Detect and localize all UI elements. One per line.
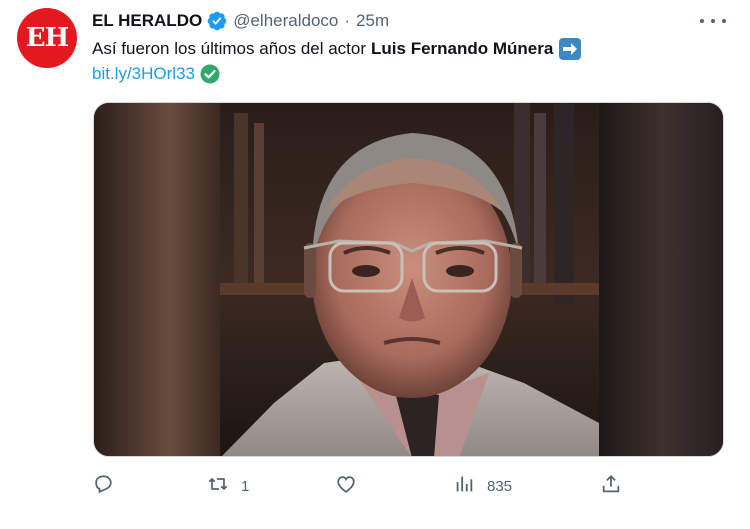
retweet-icon	[207, 473, 229, 499]
reply-button[interactable]	[92, 470, 114, 502]
verified-badge-icon[interactable]	[206, 10, 228, 32]
tweet-link-line: bit.ly/3HOrl33	[92, 63, 220, 85]
views-icon	[453, 473, 475, 499]
tweet[interactable]: EH EL HERALDO @elheraldoco · 25m Así fue…	[0, 0, 750, 529]
like-button[interactable]	[335, 470, 357, 502]
separator-dot: ·	[344, 11, 351, 30]
share-icon	[600, 473, 622, 499]
right-arrow-emoji-icon	[559, 38, 582, 60]
views-count: 835	[487, 477, 513, 495]
share-button[interactable]	[600, 470, 622, 502]
retweet-button[interactable]: 1	[207, 470, 249, 502]
tweet-text-bold: Luis Fernando Múnera	[371, 39, 554, 58]
tweet-text: Así fueron los últimos años del actor Lu…	[92, 37, 582, 61]
tweet-link[interactable]: bit.ly/3HOrl33	[92, 64, 195, 84]
handle[interactable]: @elheraldoco	[233, 11, 338, 31]
tweet-header: EL HERALDO @elheraldoco · 25m	[92, 10, 389, 32]
display-name[interactable]: EL HERALDO	[92, 11, 202, 31]
views-button[interactable]: 835	[453, 470, 512, 502]
timestamp[interactable]: 25m	[356, 11, 389, 31]
action-bar: 1 835	[0, 470, 750, 502]
avatar-logo-text: EH	[25, 23, 69, 53]
like-icon	[335, 473, 357, 499]
tweet-text-prefix: Así fueron los últimos años del actor	[92, 39, 367, 58]
tweet-media-image[interactable]	[93, 102, 724, 457]
avatar[interactable]: EH	[17, 8, 77, 68]
more-options-icon[interactable]	[700, 10, 726, 32]
retweet-count: 1	[241, 477, 250, 495]
check-mark-icon	[200, 64, 220, 84]
reply-icon	[92, 473, 114, 499]
